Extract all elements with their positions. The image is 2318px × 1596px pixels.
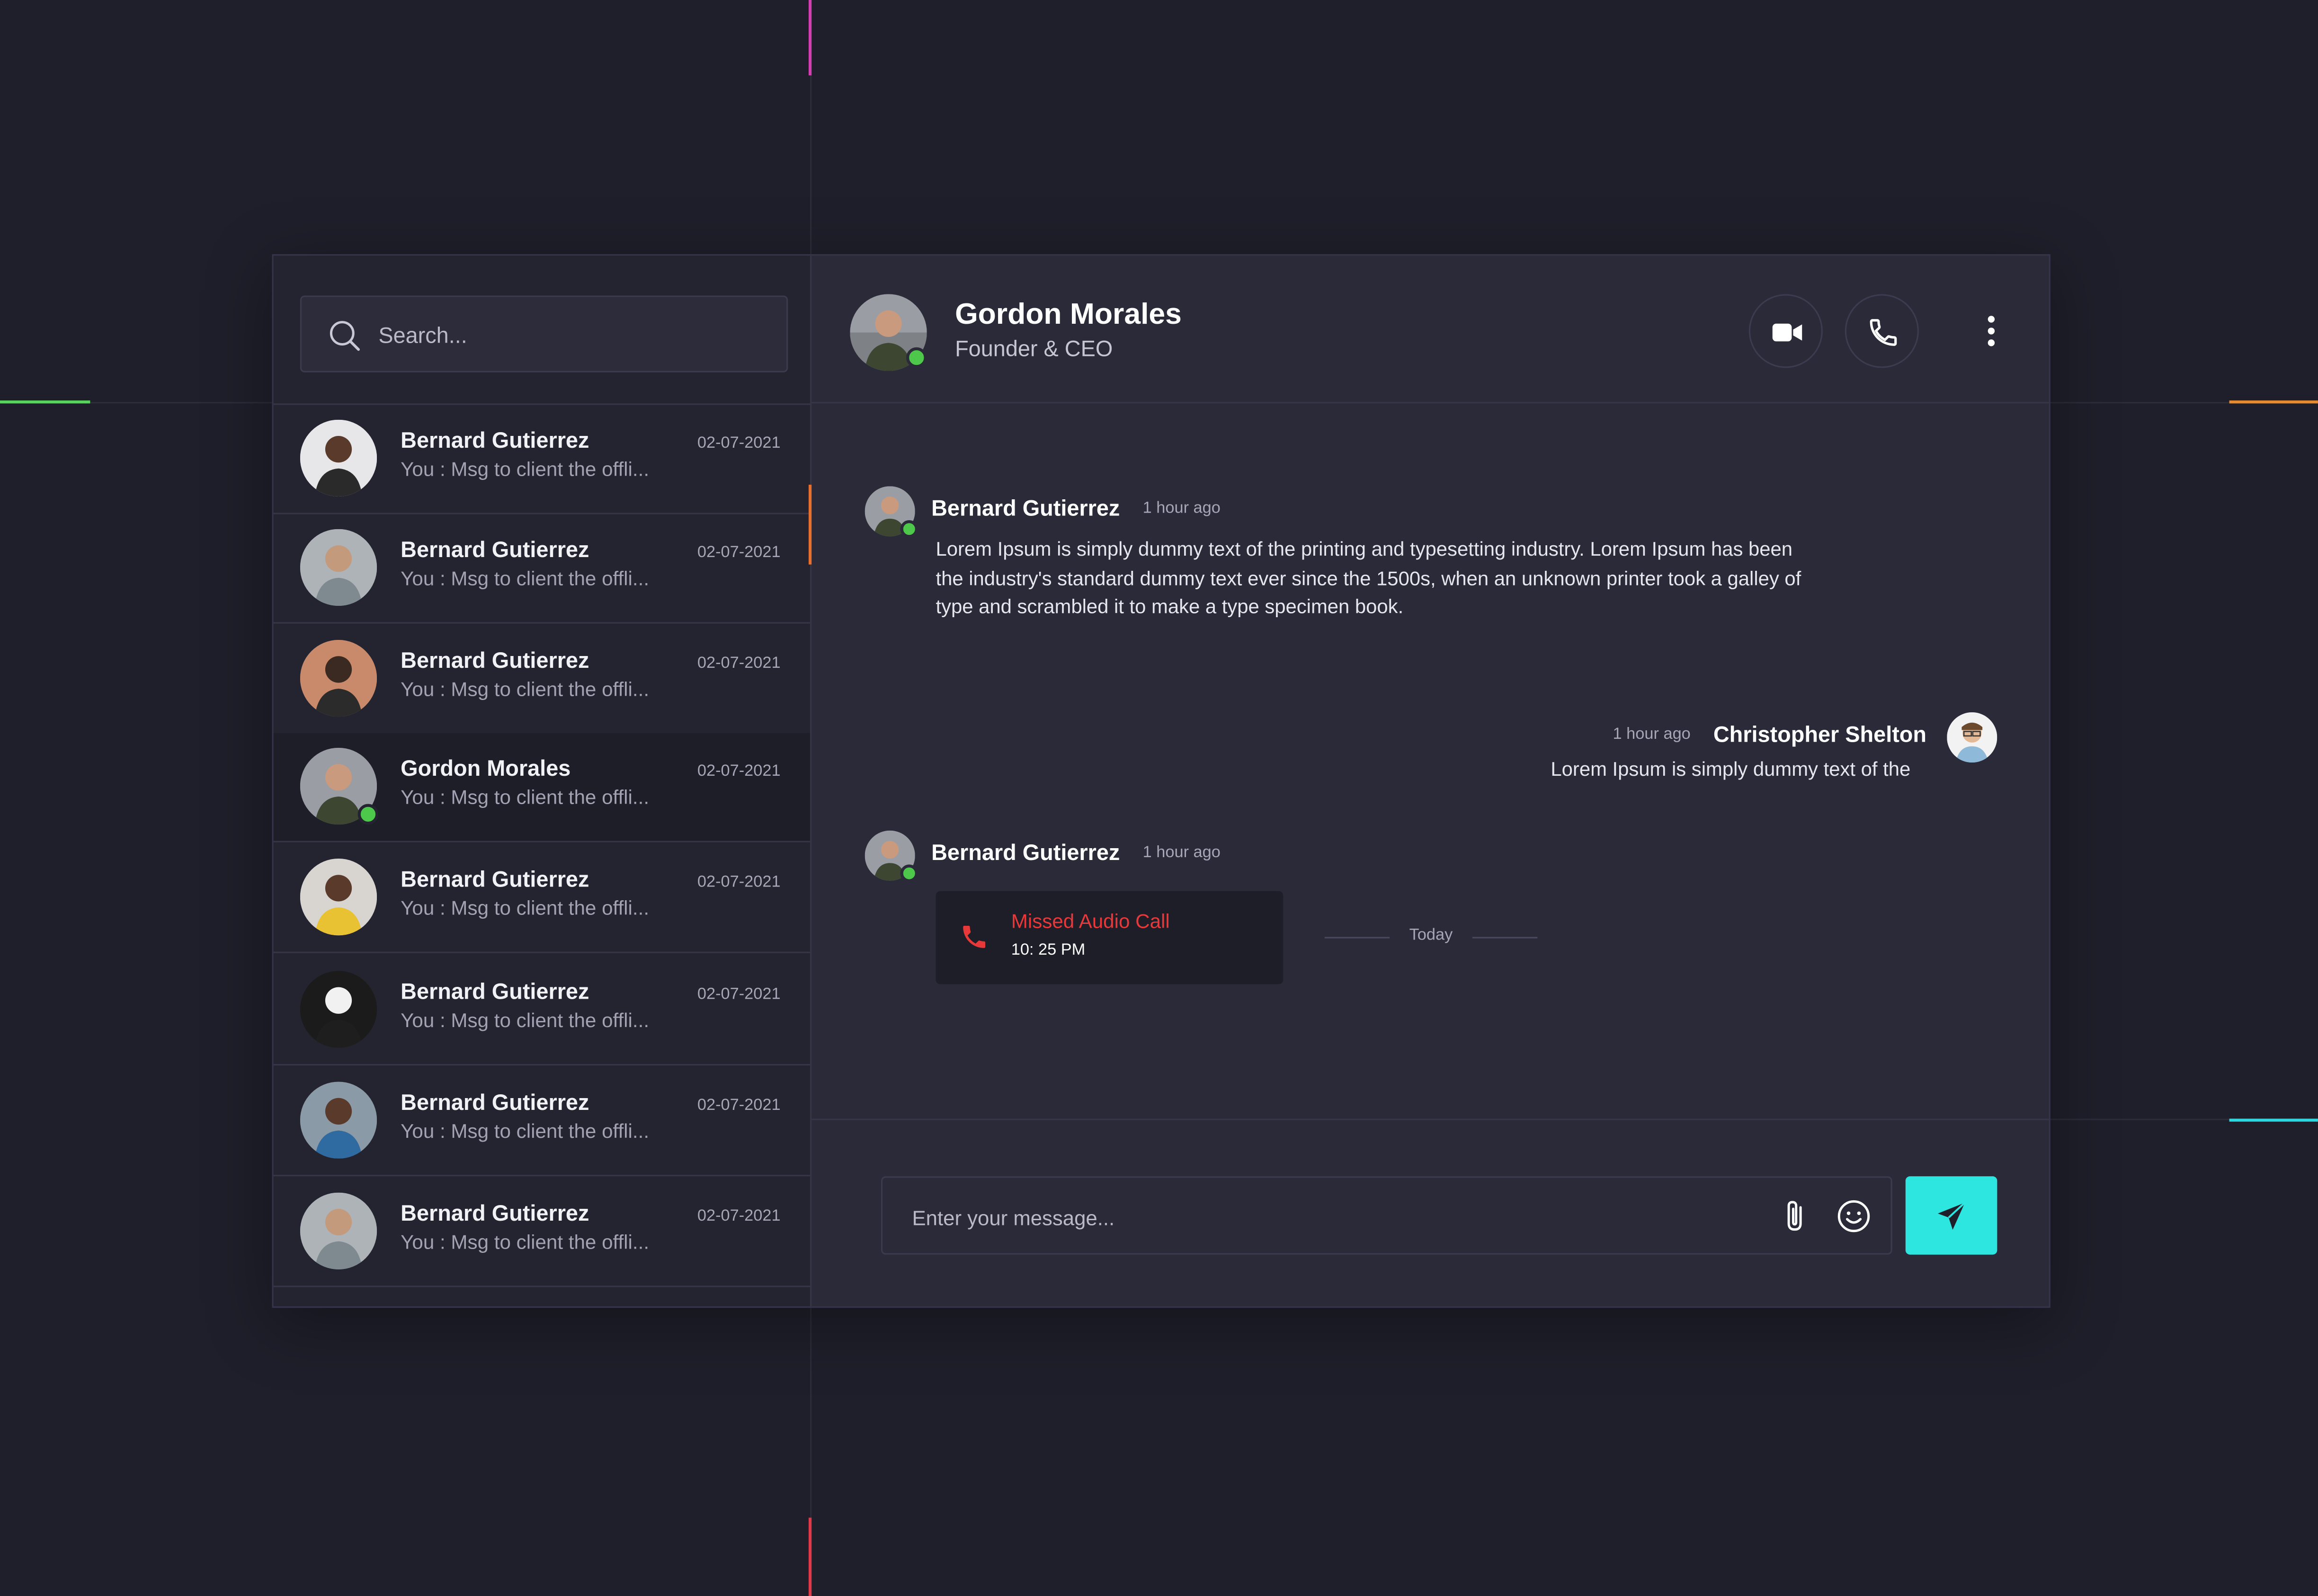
avatar bbox=[300, 858, 377, 936]
missed-call-time: 10: 25 PM bbox=[1011, 941, 1086, 959]
contact-last-message: You : Msg to client the offli... bbox=[401, 567, 650, 590]
contact-date: 02-07-2021 bbox=[697, 873, 781, 891]
contact-last-message: You : Msg to client the offli... bbox=[401, 458, 650, 480]
avatar bbox=[300, 1082, 377, 1159]
contact-list-item[interactable]: Bernard Gutierrez You : Msg to client the… bbox=[273, 844, 811, 953]
contact-last-message: You : Msg to client the offli... bbox=[401, 1009, 650, 1032]
contact-date: 02-07-2021 bbox=[697, 1207, 781, 1225]
contact-date: 02-07-2021 bbox=[697, 543, 781, 562]
video-camera-icon bbox=[1772, 323, 1802, 342]
screen: Bernard Gutierrez You : Msg to client the… bbox=[0, 0, 2318, 1596]
contact-list-item[interactable]: Bernard Gutierrez You : Msg to client the… bbox=[273, 625, 811, 735]
accent-line-pink bbox=[808, 0, 812, 76]
separator-line bbox=[1472, 937, 1538, 939]
contact-name: Gordon Morales bbox=[401, 756, 571, 782]
accent-line-red bbox=[808, 1517, 812, 1596]
avatar bbox=[300, 971, 377, 1048]
day-separator: Today bbox=[1324, 926, 1538, 948]
contact-last-message: You : Msg to client the offli... bbox=[401, 1231, 650, 1253]
accent-line-orange bbox=[2229, 400, 2318, 404]
missed-call-label: Missed Audio Call bbox=[1011, 910, 1170, 933]
contact-list-item[interactable]: Bernard Gutierrez You : Msg to client the… bbox=[273, 1178, 811, 1287]
contact-list-item[interactable]: Bernard Gutierrez You : Msg to client the… bbox=[273, 405, 811, 514]
message-time: 1 hour ago bbox=[1142, 843, 1221, 862]
online-status-indicator bbox=[906, 347, 927, 368]
avatar bbox=[300, 419, 377, 497]
online-status-indicator bbox=[357, 804, 379, 825]
contact-last-message: You : Msg to client the offli... bbox=[401, 897, 650, 920]
divider bbox=[811, 1118, 2049, 1120]
audio-call-button[interactable] bbox=[1845, 294, 1919, 368]
chat-app-window: Bernard Gutierrez You : Msg to client the… bbox=[272, 254, 2051, 1308]
contact-name: Bernard Gutierrez bbox=[401, 980, 589, 1005]
message-composer[interactable] bbox=[881, 1176, 1892, 1256]
contact-name: Bernard Gutierrez bbox=[401, 867, 589, 893]
contact-date: 02-07-2021 bbox=[697, 763, 781, 780]
accent-line-green bbox=[0, 400, 90, 404]
phone-icon bbox=[1870, 319, 1897, 346]
message-text: Lorem Ipsum is simply dummy text of the bbox=[1551, 758, 1911, 780]
search-icon bbox=[330, 321, 360, 351]
contact-name: Bernard Gutierrez bbox=[401, 648, 589, 674]
online-status-indicator bbox=[900, 864, 918, 882]
accent-line-cyan bbox=[2229, 1118, 2318, 1122]
smiley-icon[interactable] bbox=[1836, 1198, 1872, 1234]
message-text: Lorem Ipsum is simply dummy text of the … bbox=[936, 538, 1801, 618]
paper-plane-icon bbox=[1937, 1202, 1966, 1230]
chat-contact-role: Founder & CEO bbox=[955, 337, 1113, 362]
avatar bbox=[300, 529, 377, 606]
chat-contact-name: Gordon Morales bbox=[955, 298, 1182, 331]
accent-line-orange-vertical bbox=[808, 485, 812, 565]
avatar bbox=[1947, 712, 1997, 763]
message-sender: Bernard Gutierrez bbox=[931, 841, 1120, 866]
message-input[interactable] bbox=[909, 1178, 1773, 1256]
send-button[interactable] bbox=[1905, 1176, 1997, 1255]
contacts-sidebar: Bernard Gutierrez You : Msg to client the… bbox=[273, 256, 812, 1307]
contact-last-message: You : Msg to client the offli... bbox=[401, 786, 650, 808]
contact-name: Bernard Gutierrez bbox=[401, 428, 589, 454]
message-time: 1 hour ago bbox=[1613, 726, 1691, 744]
contact-last-message: You : Msg to client the offli... bbox=[401, 678, 650, 700]
contact-name: Bernard Gutierrez bbox=[401, 538, 589, 563]
more-options-button[interactable] bbox=[1979, 312, 2003, 350]
more-vertical-icon bbox=[1988, 316, 1995, 346]
contact-list-item[interactable]: Bernard Gutierrez You : Msg to client the… bbox=[273, 1067, 811, 1177]
avatar bbox=[300, 1192, 377, 1269]
video-call-button[interactable] bbox=[1748, 294, 1823, 368]
contact-date: 02-07-2021 bbox=[697, 985, 781, 1003]
contact-date: 02-07-2021 bbox=[697, 434, 781, 452]
message-sender: Bernard Gutierrez bbox=[931, 497, 1120, 522]
day-label: Today bbox=[1409, 926, 1453, 945]
avatar bbox=[300, 639, 377, 717]
missed-call-phone-icon bbox=[963, 926, 986, 948]
contact-date: 02-07-2021 bbox=[697, 655, 781, 673]
online-status-indicator bbox=[900, 520, 918, 538]
contact-list-item[interactable]: Bernard Gutierrez You : Msg to client the… bbox=[273, 514, 811, 624]
search-input[interactable] bbox=[375, 297, 781, 374]
paperclip-icon[interactable] bbox=[1780, 1198, 1809, 1234]
message-sender: Christopher Shelton bbox=[1713, 722, 1927, 748]
canvas: Bernard Gutierrez You : Msg to client the… bbox=[0, 0, 2318, 1596]
separator-line bbox=[1324, 937, 1390, 939]
contact-last-message: You : Msg to client the offli... bbox=[401, 1120, 650, 1143]
missed-call-card[interactable]: Missed Audio Call 10: 25 PM bbox=[936, 891, 1284, 984]
search-box[interactable] bbox=[300, 295, 788, 374]
contact-name: Bernard Gutierrez bbox=[401, 1091, 589, 1116]
contact-date: 02-07-2021 bbox=[697, 1096, 781, 1115]
contact-name: Bernard Gutierrez bbox=[401, 1201, 589, 1227]
contact-list-item[interactable]: Gordon Morales You : Msg to client the of… bbox=[273, 733, 811, 842]
chat-header: Gordon Morales Founder & CEO bbox=[811, 256, 2049, 404]
contact-list-item[interactable]: Bernard Gutierrez You : Msg to client the… bbox=[273, 956, 811, 1066]
message-time: 1 hour ago bbox=[1142, 499, 1221, 517]
